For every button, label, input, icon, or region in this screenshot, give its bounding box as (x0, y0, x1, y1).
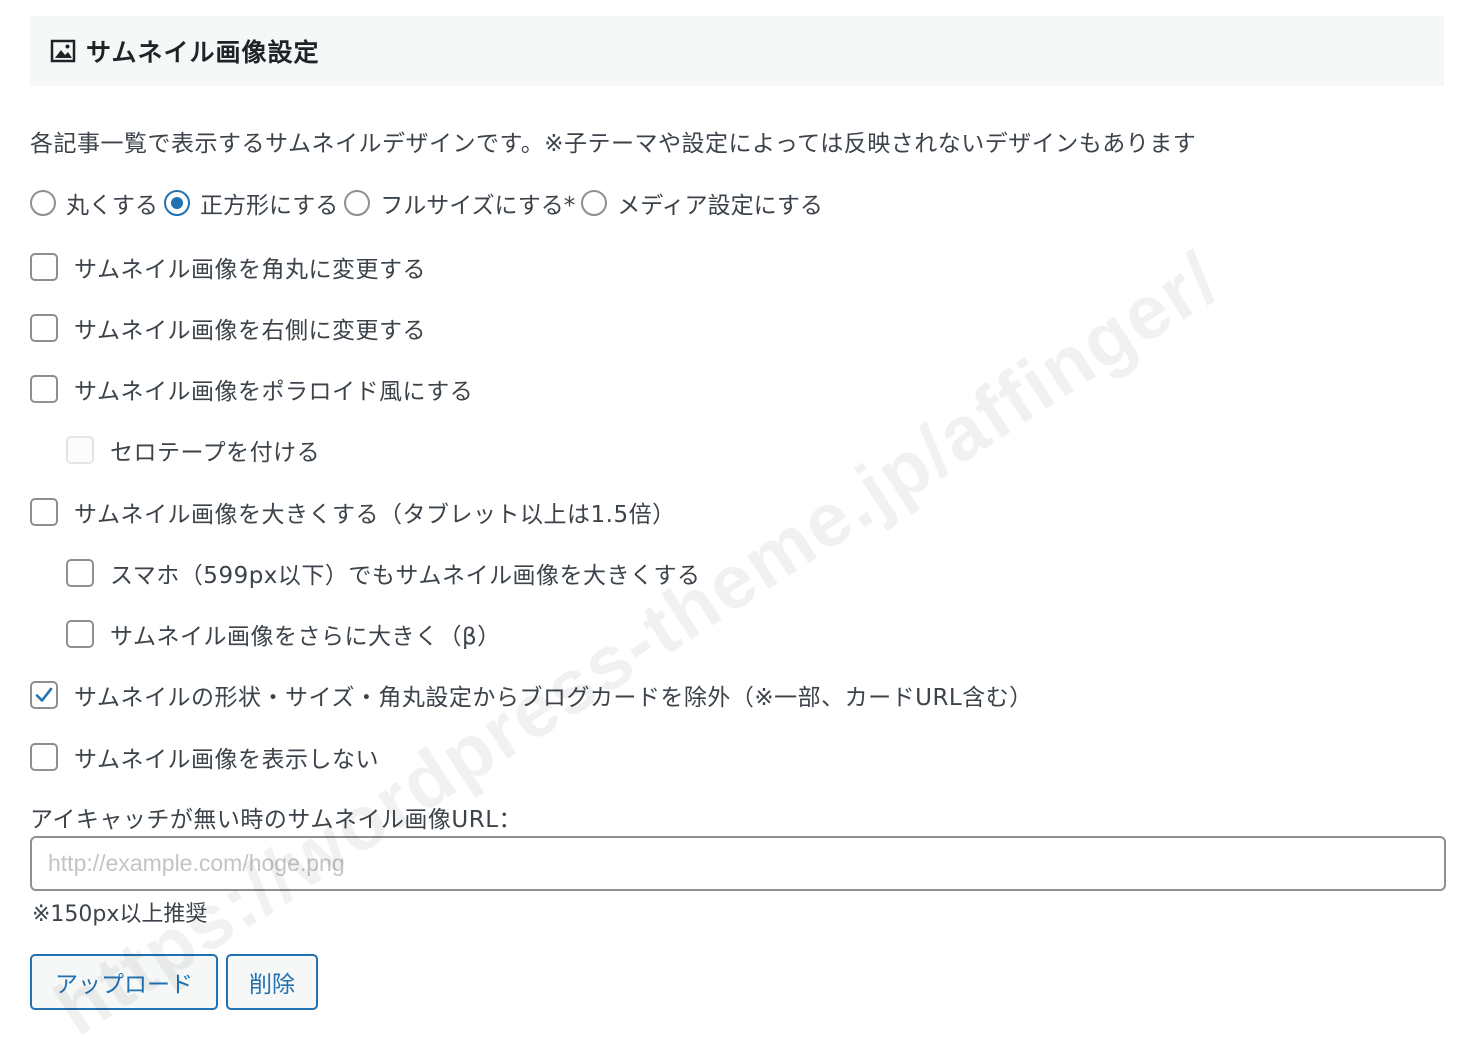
section-description: 各記事一覧で表示するサムネイルデザインです。※子テーマや設定によっては反映されな… (30, 131, 1197, 157)
checkbox-label: サムネイル画像を表示しない (74, 747, 380, 773)
radio-option-fullsize[interactable]: フルサイズにする* (344, 186, 575, 220)
checkbox-label: サムネイル画像をポラロイド風にする (74, 379, 474, 405)
checkbox[interactable] (30, 498, 58, 526)
upload-button[interactable]: アップロード (30, 954, 218, 1010)
checkbox-enlarge-more[interactable]: サムネイル画像をさらに大きく（β） (66, 617, 501, 651)
image-icon (50, 38, 76, 64)
checkmark-icon (35, 687, 53, 702)
default-thumbnail-url-input[interactable] (30, 836, 1446, 891)
radio-option-square[interactable]: 正方形にする (164, 186, 338, 220)
radio-button[interactable] (581, 190, 608, 216)
checkbox-exclude-blogcard[interactable]: サムネイルの形状・サイズ・角丸設定からブログカードを除外（※一部、カードURL含… (30, 678, 1033, 712)
thumbnail-shape-radio-group: 丸くする 正方形にする フルサイズにする* メディア設定にする (30, 186, 829, 220)
radio-option-round[interactable]: 丸くする (30, 186, 158, 220)
radio-button[interactable] (344, 190, 371, 216)
radio-option-media-setting[interactable]: メディア設定にする (581, 186, 823, 220)
checkbox-hide-thumbnail[interactable]: サムネイル画像を表示しない (30, 740, 379, 774)
checkbox-rounded-corners[interactable]: サムネイル画像を角丸に変更する (30, 250, 426, 284)
size-recommendation-note: ※150px以上推奨 (32, 902, 208, 927)
checkbox[interactable] (30, 681, 58, 709)
checkbox-enlarge[interactable]: サムネイル画像を大きくする（タブレット以上は1.5倍） (30, 495, 676, 529)
checkbox-label: サムネイル画像を角丸に変更する (74, 257, 427, 283)
section-header: サムネイル画像設定 (30, 16, 1444, 86)
checkbox[interactable] (30, 743, 58, 771)
checkbox[interactable] (30, 253, 58, 281)
checkbox[interactable] (66, 620, 94, 648)
checkbox-tape[interactable]: セロテープを付ける (66, 433, 320, 467)
radio-button[interactable] (164, 190, 190, 216)
checkbox-label: スマホ（599px以下）でもサムネイル画像を大きくする (110, 563, 701, 589)
radio-button[interactable] (30, 190, 56, 216)
checkbox[interactable] (30, 375, 58, 403)
checkbox[interactable] (30, 314, 58, 342)
delete-button[interactable]: 削除 (226, 954, 318, 1010)
checkbox-polaroid[interactable]: サムネイル画像をポラロイド風にする (30, 372, 473, 406)
checkbox[interactable] (66, 559, 94, 587)
checkbox-right-side[interactable]: サムネイル画像を右側に変更する (30, 311, 426, 345)
checkbox[interactable] (66, 436, 94, 464)
radio-label: 丸くする (66, 193, 158, 219)
checkbox-label: サムネイル画像を右側に変更する (74, 318, 427, 344)
radio-label: フルサイズにする* (380, 193, 576, 219)
default-thumbnail-url-label: アイキャッチが無い時のサムネイル画像URL： (30, 807, 523, 833)
radio-label: 正方形にする (200, 193, 339, 219)
radio-label: メディア設定にする (617, 193, 823, 219)
section-title: サムネイル画像設定 (86, 38, 320, 67)
checkbox-label: サムネイルの形状・サイズ・角丸設定からブログカードを除外（※一部、カードURL含… (74, 685, 1033, 711)
checkbox-label: サムネイル画像を大きくする（タブレット以上は1.5倍） (74, 502, 676, 528)
checkbox-label: サムネイル画像をさらに大きく（β） (110, 624, 501, 650)
checkbox-enlarge-mobile[interactable]: スマホ（599px以下）でもサムネイル画像を大きくする (66, 556, 700, 590)
checkbox-label: セロテープを付ける (110, 440, 321, 466)
